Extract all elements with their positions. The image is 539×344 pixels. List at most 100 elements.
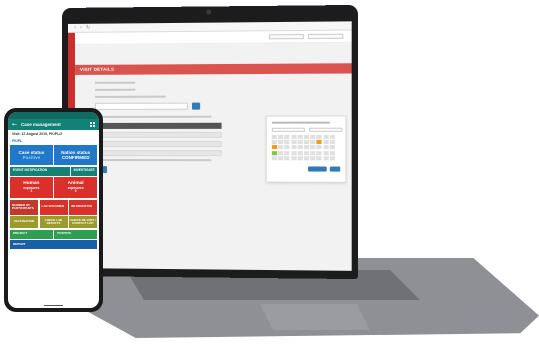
cancel-date-button[interactable] [329, 166, 341, 172]
calendar-day[interactable] [310, 140, 316, 145]
project-label: PROJECT [13, 231, 28, 236]
report-tile[interactable]: REPORT [10, 240, 97, 249]
positive-label: POSITIVE [57, 231, 72, 236]
calendar-day[interactable] [291, 134, 297, 139]
revisit-tile[interactable]: CHECK RE-VISIT / CONTACT LIST [69, 216, 97, 228]
calendar-day[interactable] [278, 150, 284, 155]
animal-count: 0 [74, 189, 77, 194]
calendar-day[interactable] [297, 156, 303, 161]
back-arrow-icon[interactable]: ‹ [74, 24, 76, 30]
lab-specimen-tile[interactable]: LAB SPECIMEN [39, 199, 68, 215]
calendar-day[interactable] [271, 155, 278, 161]
event-notification-tile[interactable]: EVENT NOTIFICATION [10, 166, 70, 176]
laptop-trackpad [260, 304, 370, 330]
calendar-day[interactable] [303, 134, 309, 139]
month-select[interactable] [271, 127, 305, 132]
animal-exposures-tile[interactable]: Animal exposures 0 [54, 177, 97, 198]
calendar-day-highlighted[interactable] [271, 145, 278, 150]
calendar-day[interactable] [329, 156, 335, 161]
form-label [95, 81, 136, 84]
calendar-day[interactable] [316, 156, 322, 161]
calendar-day[interactable] [310, 145, 316, 150]
form-label [95, 88, 136, 91]
year-select[interactable] [309, 127, 343, 132]
visit-details-banner: VISIT DETAILS [74, 63, 352, 75]
calendar-day[interactable] [278, 145, 284, 150]
calendar-day[interactable] [310, 134, 316, 139]
laptop-display: ‹ › ↻ VISIT DETAILS [67, 21, 352, 271]
lab-results-tile[interactable]: CHECK LAB RESULTS [39, 216, 68, 228]
calendar-day-available[interactable] [271, 150, 278, 155]
search-input[interactable] [95, 102, 188, 110]
calendar-day[interactable] [329, 134, 335, 139]
table-row[interactable] [95, 131, 222, 138]
calendar-grid [271, 134, 346, 161]
calendar-day[interactable] [291, 140, 297, 145]
calendar-day[interactable] [297, 134, 303, 139]
calendar-day[interactable] [278, 140, 284, 145]
calendar-day[interactable] [278, 134, 284, 139]
calendar-day[interactable] [271, 140, 278, 145]
calendar-day[interactable] [323, 156, 329, 161]
page-title: Case management [21, 122, 61, 127]
calendar-day[interactable] [316, 145, 322, 150]
visit-form [95, 81, 227, 174]
calendar-day[interactable] [291, 155, 297, 161]
add-button[interactable] [191, 102, 201, 110]
positive-tile[interactable]: POSITIVE [54, 229, 97, 239]
project-tile[interactable]: PROJECT [10, 229, 53, 239]
calendar-day[interactable] [271, 134, 278, 139]
table-row[interactable] [95, 140, 222, 148]
calendar-day[interactable] [303, 150, 309, 155]
calendar-day[interactable] [303, 140, 309, 145]
calendar-day[interactable] [284, 134, 290, 139]
date-picker-title [271, 121, 330, 124]
calendar-day[interactable] [323, 145, 329, 150]
information-tile[interactable]: INFORMATION [69, 199, 97, 215]
calendar-day[interactable] [329, 140, 335, 145]
calendar-day[interactable] [329, 150, 335, 155]
calendar-day[interactable] [323, 150, 329, 155]
calendar-day[interactable] [297, 140, 303, 145]
calendar-day[interactable] [284, 140, 290, 145]
calendar-day[interactable] [284, 155, 290, 161]
calendar-day[interactable] [323, 134, 329, 139]
calendar-day[interactable] [291, 145, 297, 150]
calendar-day[interactable] [303, 145, 309, 150]
calendar-day[interactable] [329, 145, 335, 150]
phone-screen: ← Case management Visit: 12 August 2019,… [8, 112, 99, 308]
calendar-day[interactable] [303, 156, 309, 161]
vaccination-label: VACCINATION [13, 219, 35, 224]
calendar-day[interactable] [297, 145, 303, 150]
table-row[interactable] [95, 150, 222, 157]
calendar-day[interactable] [310, 156, 316, 161]
reload-icon[interactable]: ↻ [86, 24, 90, 30]
calendar-day[interactable] [310, 150, 316, 155]
case-status-tile[interactable]: Case status Positive [10, 145, 53, 165]
laptop-screen-frame: ‹ › ↻ VISIT DETAILS [62, 4, 358, 280]
calendar-day[interactable] [284, 150, 290, 155]
lab-specimen-label: LAB SPECIMEN [41, 204, 65, 209]
confirm-date-button[interactable] [308, 166, 327, 172]
calendar-day[interactable] [297, 150, 303, 155]
nation-status-tile[interactable]: Nation status CONFIRMED [54, 145, 97, 165]
event-notification-label: EVENT NOTIFICATION [13, 168, 47, 173]
header-dropdown-2[interactable] [308, 33, 344, 40]
calendar-day[interactable] [278, 155, 284, 161]
phone-app-bar: ← Case management [8, 119, 99, 130]
calendar-day[interactable] [316, 150, 322, 155]
calendar-day-highlighted[interactable] [316, 140, 322, 145]
app-header [67, 30, 352, 45]
vaccination-tile[interactable]: VACCINATION [10, 216, 38, 228]
calendar-day[interactable] [316, 134, 322, 139]
investigate-tile[interactable]: INVESTIGATE [71, 166, 97, 176]
calendar-day[interactable] [323, 140, 329, 145]
human-exposures-tile[interactable]: Human exposures 3 [10, 177, 53, 198]
forward-arrow-icon[interactable]: › [80, 24, 82, 30]
back-arrow-icon[interactable]: ← [12, 121, 17, 128]
participants-tile[interactable]: NUMBER OF PARTICIPANTS [10, 199, 38, 215]
grid-menu-icon[interactable] [90, 122, 95, 127]
calendar-day[interactable] [284, 145, 290, 150]
header-dropdown[interactable] [268, 34, 304, 40]
calendar-day[interactable] [291, 150, 297, 155]
